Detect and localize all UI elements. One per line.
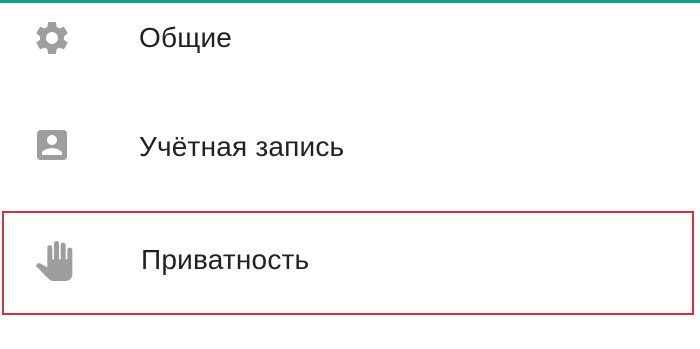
settings-item-general[interactable]: Общие — [0, 0, 700, 90]
hand-icon — [32, 239, 76, 283]
settings-item-label: Учётная запись — [139, 131, 345, 162]
settings-list: Общие Учётная запись Приватность — [0, 0, 700, 349]
gear-icon — [30, 16, 74, 60]
settings-item-label: Общие — [139, 22, 233, 53]
settings-item-label: Приватность — [141, 244, 310, 275]
account-icon — [30, 123, 74, 167]
settings-item-privacy[interactable]: Приватность — [2, 211, 694, 315]
settings-item-account[interactable]: Учётная запись — [0, 96, 700, 200]
settings-screen: Общие Учётная запись Приватность — [0, 0, 700, 349]
